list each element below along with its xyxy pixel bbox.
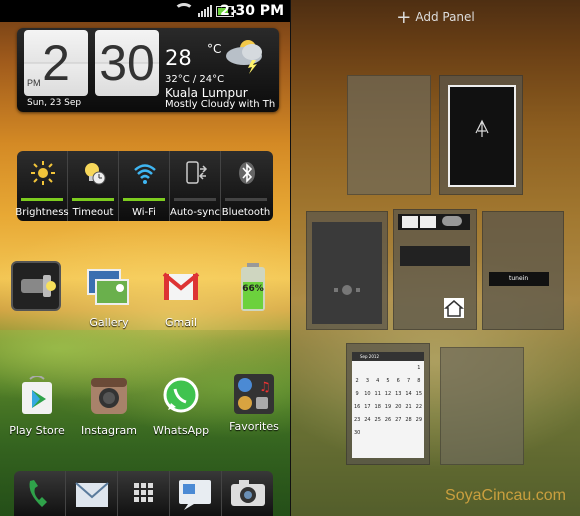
plus-icon: +	[396, 7, 412, 28]
home-icon	[444, 298, 464, 318]
toggle-brightness[interactable]: Brightness	[15, 151, 69, 221]
toggle-auto-sync[interactable]: Auto-sync	[170, 151, 221, 221]
panel-overview: + Add Panel tunein SoyaCincau.com	[291, 0, 580, 516]
weather-city: Kuala Lumpur	[165, 86, 248, 100]
calendar-grid: 1 2345678 9 10 11 12 13 14 15 16 17 18 19 20 21 22 2…	[353, 364, 423, 436]
panel-preview	[312, 222, 382, 324]
wifi-status-icon	[174, 3, 194, 19]
messages-icon	[179, 480, 211, 510]
app-label: WhatsApp	[152, 424, 210, 437]
app-whatsapp[interactable]: WhatsApp	[146, 376, 216, 437]
camera-icon	[231, 480, 265, 506]
app-label: Gallery	[89, 316, 129, 329]
arrow-up-icon	[475, 119, 489, 137]
panel-preview	[448, 85, 516, 187]
toggle-indicator	[72, 198, 114, 201]
dock-messages[interactable]	[170, 471, 222, 516]
panel-music[interactable]	[306, 211, 388, 330]
toggle-label: Auto-sync	[170, 207, 220, 218]
all-apps-icon	[134, 483, 153, 502]
app-flashlight[interactable]	[1, 261, 71, 313]
play-store-icon	[14, 375, 60, 422]
clock-ampm: PM	[27, 78, 41, 88]
gmail-icon	[158, 268, 204, 314]
toggle-timeout[interactable]: Timeout	[68, 151, 119, 221]
panel-empty[interactable]	[440, 347, 524, 465]
weather-condition: Mostly Cloudy with Thu	[165, 99, 275, 110]
status-time: 2:30 PM	[220, 3, 284, 19]
watermark: SoyaCincau.com	[445, 487, 566, 504]
app-label: Gmail	[164, 316, 198, 329]
dock-all-apps[interactable]	[118, 471, 170, 516]
toggle-label: Bluetooth	[221, 207, 271, 218]
toggle-indicator	[225, 198, 267, 201]
panel-preview-clock	[398, 214, 470, 230]
storm-cloud-icon	[226, 40, 262, 74]
panel-home[interactable]	[393, 209, 477, 330]
whatsapp-icon	[158, 376, 204, 422]
battery-icon: 66%	[230, 262, 276, 311]
temperature-unit: °C	[207, 42, 222, 56]
app-gmail[interactable]: Gmail	[146, 268, 216, 329]
clock-weather-widget[interactable]: 2 PM 30 Sun, 23 Sep 28 °C 32°C / 24°C Ku…	[17, 28, 279, 112]
temperature: 28	[165, 46, 192, 70]
dock-camera[interactable]	[222, 471, 273, 516]
favorites-folder-icon: ♫	[231, 372, 277, 418]
clock-date: Sun, 23 Sep	[27, 98, 82, 108]
panel-empty[interactable]	[347, 75, 431, 195]
bluetooth-icon	[239, 162, 255, 184]
clock-hour: 2 PM	[24, 30, 88, 96]
status-bar: 2:30 PM	[0, 0, 290, 22]
mail-icon	[75, 482, 109, 507]
panel-preview-toggles	[400, 246, 470, 266]
flashlight-icon	[11, 261, 61, 311]
screenshot: 2:30 PM 2 PM 30 Sun, 23 Sep 28 °C 32°C /…	[0, 0, 580, 516]
panel-lockscreen[interactable]	[439, 75, 523, 195]
phone-icon	[29, 480, 47, 507]
toggle-label: Timeout	[72, 207, 114, 218]
app-gallery[interactable]: Gallery	[74, 268, 144, 329]
toggle-label: Brightness	[15, 207, 69, 218]
toggle-indicator	[123, 198, 165, 201]
toggle-wifi[interactable]: Wi-Fi	[119, 151, 170, 221]
app-label: Instagram	[81, 424, 137, 437]
dock-mail[interactable]	[66, 471, 118, 516]
gallery-icon	[86, 268, 132, 314]
sun-icon	[31, 161, 55, 185]
toggle-label: Wi-Fi	[132, 207, 156, 218]
quick-settings-widget: Brightness Timeout Wi-Fi Auto-sync Bluet…	[15, 151, 273, 221]
signal-icon	[198, 5, 212, 17]
app-label: Favorites	[229, 420, 279, 433]
app-play-store[interactable]: Play Store	[2, 375, 72, 437]
calendar-header: Sep 2012	[352, 352, 424, 361]
toggle-indicator	[21, 198, 63, 201]
app-favorites[interactable]: ♫ Favorites	[219, 372, 289, 433]
toggle-bluetooth[interactable]: Bluetooth	[221, 151, 271, 221]
panel-preview-tunein: tunein	[489, 272, 549, 286]
instagram-icon	[86, 376, 132, 422]
bulb-clock-icon	[85, 163, 106, 185]
wifi-icon	[134, 164, 156, 184]
phone-sync-icon	[186, 161, 208, 184]
toggle-indicator	[174, 198, 216, 201]
svg-text:♫: ♫	[259, 380, 271, 395]
home-screen: 2:30 PM 2 PM 30 Sun, 23 Sep 28 °C 32°C /…	[0, 0, 290, 516]
add-panel-label: Add Panel	[415, 10, 475, 24]
app-instagram[interactable]: Instagram	[74, 376, 144, 437]
panel-apps[interactable]: tunein	[482, 211, 564, 330]
app-battery[interactable]: 66%	[218, 262, 288, 311]
calendar-preview: Sep 2012 1 2345678 9 10 11 12 13 14 15 16 17 18 1…	[352, 352, 424, 458]
dock-phone[interactable]	[14, 471, 66, 516]
dock	[14, 471, 273, 516]
temperature-hi-lo: 32°C / 24°C	[165, 74, 225, 85]
clock-minute: 30	[95, 30, 159, 96]
app-label: Play Store	[9, 424, 65, 437]
battery-percent: 66%	[242, 284, 264, 294]
add-panel-button[interactable]: + Add Panel	[291, 7, 580, 28]
